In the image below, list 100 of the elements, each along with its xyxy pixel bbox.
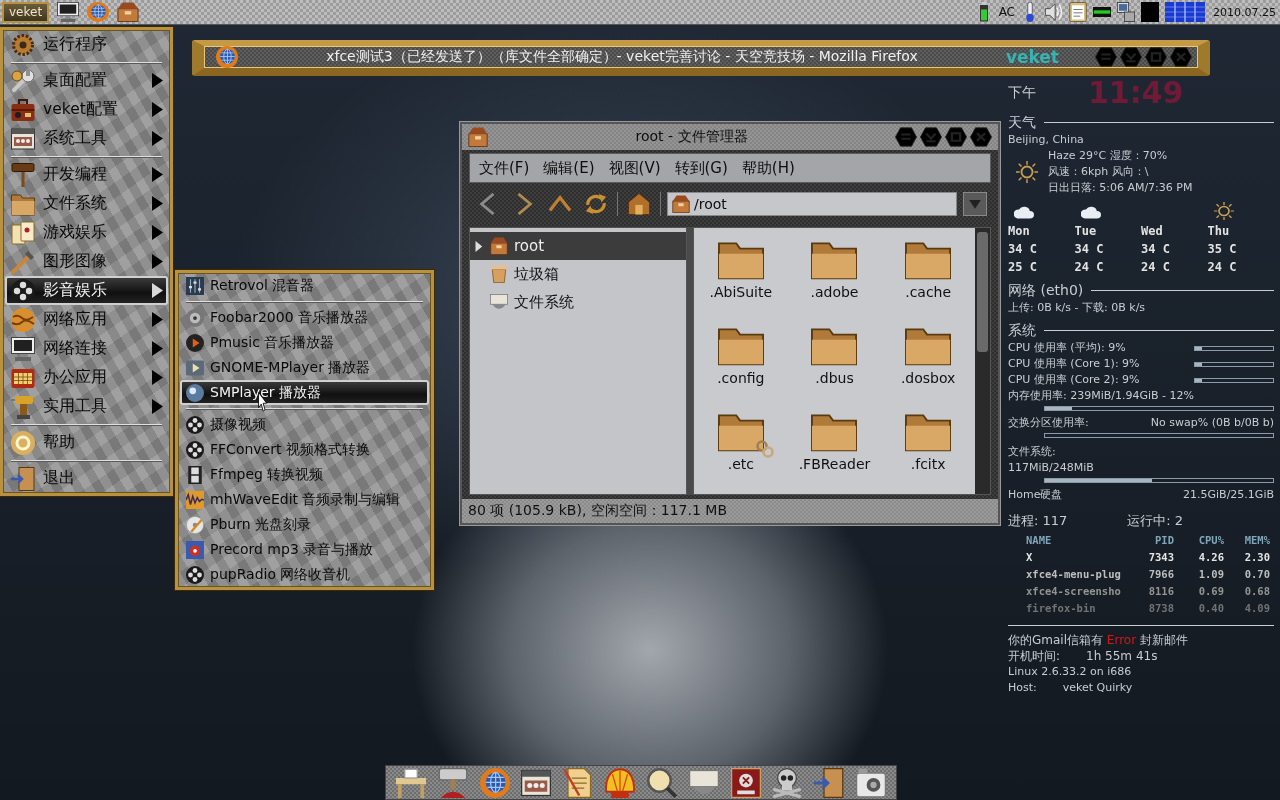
window-icon[interactable]: [521, 767, 552, 798]
workspace-pager[interactable]: [1165, 2, 1205, 22]
menubar-item[interactable]: 视图(V): [603, 156, 666, 180]
window-titlebar[interactable]: xfce测试3（已经发送了）（库文件全部确定）- veket完善讨论 - 天空竞技场 - Mozilla Firefox veket: [192, 40, 1210, 76]
file-item[interactable]: .cache: [881, 238, 975, 324]
clipboard-icon[interactable]: [1069, 2, 1087, 22]
document-icon[interactable]: [563, 767, 594, 798]
close-button[interactable]: [1170, 47, 1192, 67]
forecast-low: 24 C: [1074, 259, 1105, 276]
sidebar-item[interactable]: 垃圾箱: [470, 260, 686, 288]
file-item[interactable]: .dosbox: [881, 324, 975, 410]
menu-item[interactable]: 影音娱乐: [5, 276, 168, 305]
stamp-icon[interactable]: [437, 767, 468, 798]
menu-item[interactable]: Pburn 光盘刻录: [180, 512, 429, 537]
shade-button[interactable]: [895, 127, 917, 147]
desk-icon[interactable]: [395, 767, 426, 798]
start-button[interactable]: veket: [2, 1, 50, 23]
logo-text: veket: [1005, 47, 1059, 67]
hammer-icon: [11, 162, 35, 187]
menu-item[interactable]: mhWaveEdit 音频录制与编辑: [180, 487, 429, 512]
maximize-button[interactable]: [945, 127, 967, 147]
menu-item[interactable]: 游戏娱乐: [5, 218, 168, 247]
menubar-item[interactable]: 转到(G): [669, 156, 733, 180]
file-item[interactable]: .dbus: [787, 324, 882, 410]
minimize-button[interactable]: [920, 127, 942, 147]
file-item[interactable]: .FBReader: [787, 410, 882, 496]
globe-icon[interactable]: [479, 767, 510, 798]
window-icon: [11, 126, 35, 151]
menu-item[interactable]: veket配置: [5, 95, 168, 124]
dropdown-arrow-icon: [968, 197, 982, 211]
minimize-button[interactable]: [1120, 47, 1142, 67]
table-cell-text: 7343: [1147, 550, 1174, 565]
menu-item[interactable]: 网络应用: [5, 305, 168, 334]
menubar-item[interactable]: 文件(F): [474, 156, 535, 180]
menu-item[interactable]: 开发编程: [5, 160, 168, 189]
file-item[interactable]: .fcitx: [881, 410, 975, 496]
menu-item[interactable]: Ffmpeg 转换视频: [180, 462, 429, 487]
file-item[interactable]: .adobe: [787, 238, 882, 324]
table-cell-text: 4.09: [1243, 601, 1270, 616]
menu-item[interactable]: 网络连接: [5, 334, 168, 363]
globe-icon: [11, 307, 35, 332]
menu-item[interactable]: Foobar2000 音乐播放器: [180, 305, 429, 330]
minimize-icon: [920, 127, 942, 147]
column-header: MEM%: [1243, 533, 1270, 548]
sidebar-item[interactable]: 文件系统: [470, 288, 686, 316]
menu-item[interactable]: 运行程序: [5, 30, 168, 59]
location-field[interactable]: /root: [667, 192, 957, 216]
shade-button[interactable]: [1095, 47, 1117, 67]
sidebar-item[interactable]: root: [470, 232, 686, 260]
menu-item[interactable]: GNOME-MPlayer 播放器: [180, 355, 429, 380]
menu-item[interactable]: 桌面配置: [5, 66, 168, 95]
computer-icon[interactable]: [1117, 2, 1135, 22]
window-titlebar[interactable]: root - 文件管理器: [462, 124, 998, 150]
trash-icon: [490, 265, 508, 283]
close-icon: [970, 127, 992, 147]
file-item[interactable]: .AbiSuite: [694, 238, 788, 324]
menu-item[interactable]: Precord mp3 录音与播放: [180, 537, 429, 562]
menu-item[interactable]: 实用工具: [5, 392, 168, 421]
scrollbar-thumb[interactable]: [977, 232, 988, 352]
skull-icon[interactable]: [772, 767, 803, 798]
status-text: 80 项 (105.9 kB), 空闲空间：117.1 MB: [468, 502, 727, 520]
menu-item[interactable]: Pmusic 音乐播放器: [180, 330, 429, 355]
menu-item[interactable]: SMPlayer 播放器: [180, 380, 429, 405]
monitor-icon[interactable]: [57, 2, 80, 22]
globe-icon[interactable]: [87, 2, 110, 22]
expander-arrow-icon[interactable]: [474, 240, 483, 252]
menubar-item[interactable]: 编辑(E): [538, 156, 600, 180]
menu-item[interactable]: 帮助: [5, 428, 168, 457]
host-value: veket Quirky: [1062, 680, 1133, 696]
section-label: 文件系统:: [1008, 444, 1057, 460]
close-button[interactable]: [970, 127, 992, 147]
menu-item[interactable]: pupRadio 网络收音机: [180, 562, 429, 587]
tile-icon[interactable]: [1141, 2, 1159, 22]
shell-icon[interactable]: [605, 767, 636, 798]
camera-icon[interactable]: [856, 767, 886, 798]
menu-item[interactable]: 办公应用: [5, 363, 168, 392]
menu-item[interactable]: 文件系统: [5, 189, 168, 218]
monitor-icon: [11, 336, 35, 361]
magnifier-icon[interactable]: [646, 767, 677, 798]
file-item[interactable]: .config: [694, 324, 788, 410]
disc-icon: [186, 308, 204, 327]
menu-item[interactable]: 摄像视频: [180, 412, 429, 437]
menu-item[interactable]: FFConvert 视频格式转换: [180, 437, 429, 462]
menu-item[interactable]: 退出: [5, 464, 168, 493]
menu-item[interactable]: 图形图像: [5, 247, 168, 276]
window-title: root - 文件管理器: [634, 128, 749, 146]
screen-icon[interactable]: [730, 767, 761, 798]
box-icon: [672, 195, 690, 213]
maximize-button[interactable]: [1145, 47, 1167, 67]
table-cell-text: 8116: [1147, 584, 1174, 599]
menu-item[interactable]: 系统工具: [5, 124, 168, 153]
door-icon[interactable]: [814, 767, 845, 798]
volume-icon[interactable]: [1045, 2, 1063, 22]
menu-item[interactable]: Retrovol 混音器: [180, 273, 429, 298]
meter-label: CPU 使用率 (Core 2): 9%: [1008, 372, 1140, 388]
dropdown-button[interactable]: [963, 192, 987, 216]
box-icon[interactable]: [117, 2, 140, 22]
menubar-item[interactable]: 帮助(H): [736, 156, 800, 180]
scrollbar[interactable]: [975, 228, 990, 494]
file-item[interactable]: .etc: [694, 410, 788, 496]
